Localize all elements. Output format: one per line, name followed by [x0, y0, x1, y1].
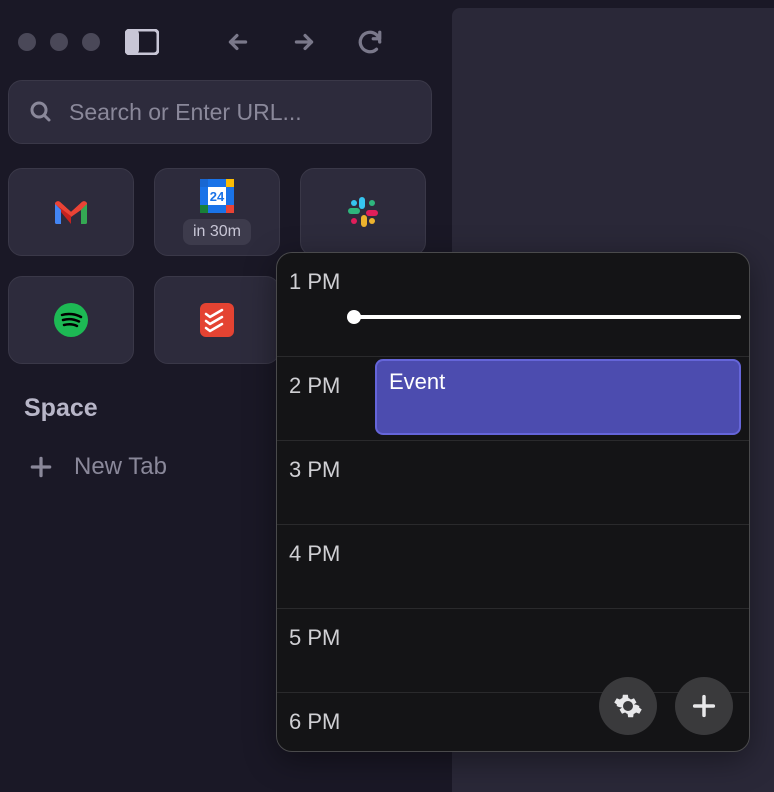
sidebar-icon — [125, 29, 159, 55]
spotify-icon — [53, 302, 89, 338]
calendar-add-button[interactable] — [675, 677, 733, 735]
arrow-right-icon — [291, 29, 317, 55]
pinned-app-todoist[interactable] — [154, 276, 280, 364]
slack-icon — [346, 195, 380, 229]
time-label: 3 PM — [277, 441, 373, 524]
titlebar — [0, 0, 440, 70]
time-label: 2 PM — [277, 357, 373, 440]
forward-button[interactable] — [286, 24, 322, 60]
reload-icon — [357, 29, 383, 55]
svg-text:24: 24 — [210, 189, 225, 204]
google-calendar-icon: 24 — [200, 179, 234, 213]
window-controls — [18, 33, 100, 51]
url-search-input[interactable] — [69, 99, 411, 126]
sidebar-toggle-button[interactable] — [124, 28, 160, 56]
plus-icon — [690, 692, 718, 720]
calendar-row-4pm[interactable]: 4 PM — [277, 525, 749, 609]
window-minimize-button[interactable] — [50, 33, 68, 51]
current-time-dot — [347, 310, 361, 324]
calendar-row-1pm[interactable]: 1 PM — [277, 253, 749, 357]
pinned-app-spotify[interactable] — [8, 276, 134, 364]
window-close-button[interactable] — [18, 33, 36, 51]
window-zoom-button[interactable] — [82, 33, 100, 51]
calendar-row-3pm[interactable]: 3 PM — [277, 441, 749, 525]
time-label: 5 PM — [277, 609, 373, 692]
pinned-app-calendar[interactable]: 24 in 30m — [154, 168, 280, 256]
calendar-row-2pm[interactable]: 2 PM Event — [277, 357, 749, 441]
event-title: Event — [389, 369, 445, 394]
calendar-badge: in 30m — [183, 219, 251, 245]
current-time-line — [353, 315, 741, 319]
calendar-event[interactable]: Event — [375, 359, 741, 435]
pinned-app-slack[interactable] — [300, 168, 426, 256]
time-label: 1 PM — [277, 253, 373, 356]
reload-button[interactable] — [352, 24, 388, 60]
calendar-popover[interactable]: 1 PM 2 PM Event 3 PM 4 PM 5 PM 6 PM — [276, 252, 750, 752]
calendar-settings-button[interactable] — [599, 677, 657, 735]
time-label: 4 PM — [277, 525, 373, 608]
url-search-box[interactable] — [8, 80, 432, 144]
back-button[interactable] — [220, 24, 256, 60]
search-icon — [29, 100, 53, 124]
todoist-icon — [200, 303, 234, 337]
time-label: 6 PM — [277, 693, 373, 752]
calendar-actions — [599, 677, 733, 735]
new-tab-label: New Tab — [74, 453, 167, 481]
plus-icon — [28, 454, 54, 480]
arrow-left-icon — [225, 29, 251, 55]
pinned-app-gmail[interactable] — [8, 168, 134, 256]
gear-icon — [613, 691, 643, 721]
gmail-icon — [53, 198, 89, 226]
